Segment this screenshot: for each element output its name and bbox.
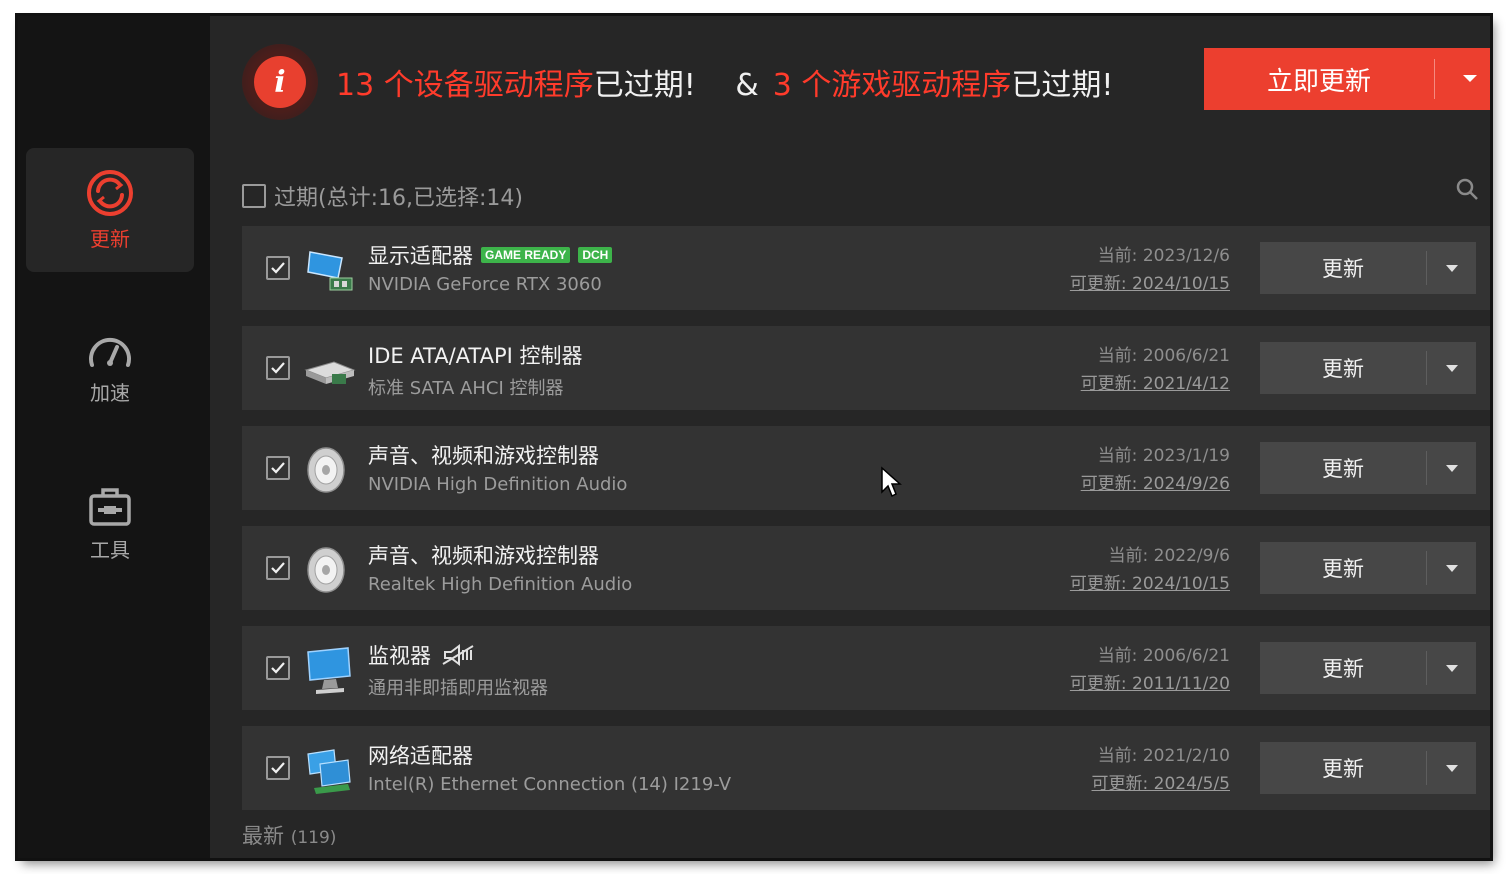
banner-message: 13 个设备驱动程序已过期! & 3 个游戏驱动程序已过期! xyxy=(336,68,1114,103)
update-button[interactable]: 更新 xyxy=(1260,442,1476,494)
dch-badge: DCH xyxy=(578,247,613,263)
update-button[interactable]: 更新 xyxy=(1260,742,1476,794)
update-button-label: 更新 xyxy=(1322,257,1364,281)
current-version: 当前: 2021/2/10 xyxy=(1097,746,1230,766)
device-name: 监视器 xyxy=(368,644,431,668)
update-button[interactable]: 更新 xyxy=(1260,542,1476,594)
current-version: 当前: 2023/12/6 xyxy=(1097,246,1230,266)
latest-count: (119) xyxy=(290,828,337,848)
latest-label: 最新 xyxy=(242,824,284,848)
device-model: NVIDIA GeForce RTX 3060 xyxy=(368,274,602,295)
device-row: 显示适配器 GAME READY DCH NVIDIA GeForce RTX … xyxy=(242,226,1490,310)
app-window: 更新 加速 工具 i 13 个设备驱动程序已过期! & 3 个游戏驱动程序已过期… xyxy=(18,16,1490,858)
storage-controller-icon xyxy=(304,361,356,384)
chevron-down-icon[interactable] xyxy=(1427,364,1476,373)
update-button[interactable]: 更新 xyxy=(1260,642,1476,694)
update-button-label: 更新 xyxy=(1322,457,1364,481)
outdated-section-header: 过期 (总计:16,已选择:14) xyxy=(242,178,523,214)
network-adapter-icon xyxy=(307,749,351,794)
device-checkbox[interactable] xyxy=(266,256,290,280)
device-row: 声音、视频和游戏控制器 NVIDIA High Definition Audio… xyxy=(242,426,1490,510)
device-name: IDE ATA/ATAPI 控制器 xyxy=(368,344,583,368)
search-icon[interactable] xyxy=(1456,178,1480,206)
available-version-link[interactable]: 可更新: 2021/4/12 xyxy=(1081,370,1230,398)
device-name: 显示适配器 xyxy=(368,244,473,268)
sidebar-item-label: 工具 xyxy=(90,537,130,562)
section-label: 过期 xyxy=(274,186,319,211)
device-model: NVIDIA High Definition Audio xyxy=(368,474,628,495)
device-checkbox[interactable] xyxy=(266,556,290,580)
update-all-label: 立即更新 xyxy=(1266,66,1371,97)
device-model: Realtek High Definition Audio xyxy=(368,574,633,595)
device-checkbox[interactable] xyxy=(266,356,290,380)
device-name: 声音、视频和游戏控制器 xyxy=(368,444,599,468)
available-version-link[interactable]: 可更新: 2024/10/15 xyxy=(1070,270,1230,298)
device-model: Intel(R) Ethernet Connection (14) I219-V xyxy=(368,774,732,795)
update-button-label: 更新 xyxy=(1322,357,1364,381)
device-model: 通用非即插即用监视器 xyxy=(368,678,548,699)
update-all-button[interactable]: 立即更新 xyxy=(1204,48,1490,110)
update-button-label: 更新 xyxy=(1322,757,1364,781)
device-row: 声音、视频和游戏控制器 Realtek High Definition Audi… xyxy=(242,526,1490,610)
device-checkbox[interactable] xyxy=(266,456,290,480)
sidebar-item-tools[interactable]: 工具 xyxy=(26,462,194,586)
display-adapter-icon xyxy=(307,251,353,291)
available-version-link[interactable]: 可更新: 2024/9/26 xyxy=(1081,470,1230,498)
chevron-down-icon[interactable] xyxy=(1427,764,1476,773)
available-version-link[interactable]: 可更新: 2024/10/15 xyxy=(1070,570,1230,598)
sidebar-item-label: 更新 xyxy=(90,226,130,251)
current-version: 当前: 2023/1/19 xyxy=(1097,446,1230,466)
refresh-icon xyxy=(87,169,133,216)
update-button[interactable]: 更新 xyxy=(1260,242,1476,294)
available-version-link[interactable]: 可更新: 2024/5/5 xyxy=(1092,770,1230,798)
info-icon: i xyxy=(242,44,318,120)
device-name: 网络适配器 xyxy=(368,744,473,768)
game-ready-badge: GAME READY xyxy=(481,247,571,263)
device-name: 声音、视频和游戏控制器 xyxy=(368,544,599,568)
device-checkbox[interactable] xyxy=(266,656,290,680)
device-row: 监视器 通用非即插即用监视器 当前: 2006/6/21 可更新: 2011/1… xyxy=(242,626,1490,710)
sidebar-item-boost[interactable]: 加速 xyxy=(26,306,194,430)
current-version: 当前: 2006/6/21 xyxy=(1097,646,1230,666)
chevron-down-icon[interactable] xyxy=(1427,664,1476,673)
chevron-down-icon[interactable] xyxy=(1427,464,1476,473)
update-button-label: 更新 xyxy=(1322,657,1364,681)
toolbox-icon xyxy=(89,487,131,526)
select-all-checkbox[interactable] xyxy=(242,184,266,208)
available-version-link[interactable]: 可更新: 2011/11/20 xyxy=(1070,670,1230,698)
device-checkbox[interactable] xyxy=(266,756,290,780)
chevron-down-icon[interactable] xyxy=(1435,74,1490,84)
section-summary: (总计:16,已选择:14) xyxy=(318,186,523,211)
chevron-down-icon[interactable] xyxy=(1427,264,1476,273)
sidebar: 更新 加速 工具 xyxy=(18,16,210,858)
sidebar-item-label: 加速 xyxy=(90,380,130,405)
speaker-icon xyxy=(307,547,345,593)
current-version: 当前: 2022/9/6 xyxy=(1108,546,1230,566)
device-row: IDE ATA/ATAPI 控制器 标准 SATA AHCI 控制器 当前: 2… xyxy=(242,326,1490,410)
audio-muted-icon xyxy=(442,644,474,666)
speedometer-icon xyxy=(89,337,131,367)
speaker-icon xyxy=(307,447,345,493)
device-row: 网络适配器 Intel(R) Ethernet Connection (14) … xyxy=(242,726,1490,810)
mouse-cursor-icon xyxy=(881,466,902,498)
update-button-label: 更新 xyxy=(1322,557,1364,581)
sidebar-item-update[interactable]: 更新 xyxy=(26,148,194,272)
update-button[interactable]: 更新 xyxy=(1260,342,1476,394)
device-model: 标准 SATA AHCI 控制器 xyxy=(368,378,564,399)
current-version: 当前: 2006/6/21 xyxy=(1097,346,1230,366)
latest-section-header[interactable]: 最新 (119) xyxy=(242,820,336,850)
monitor-icon xyxy=(307,647,351,694)
chevron-down-icon[interactable] xyxy=(1427,564,1476,573)
